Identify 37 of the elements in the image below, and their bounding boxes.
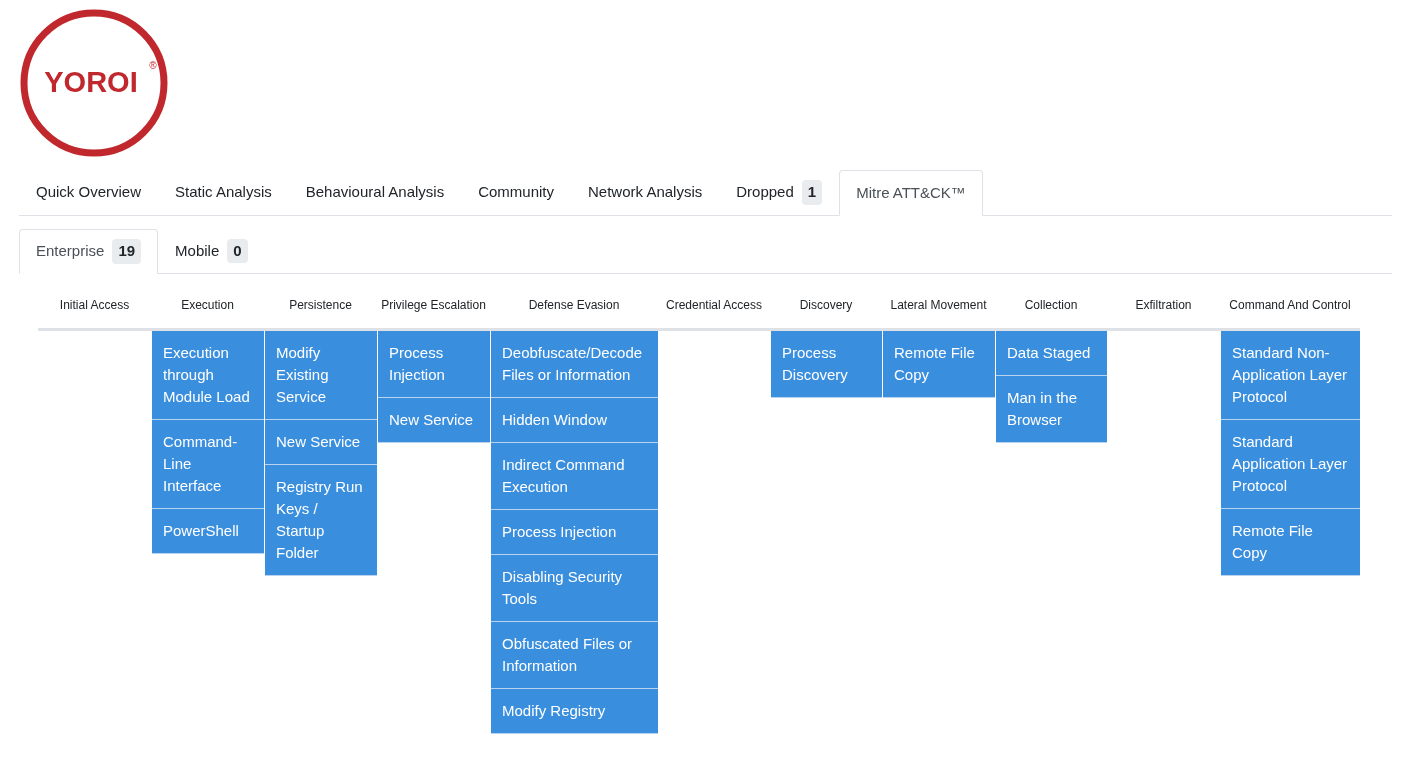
tab[interactable]: Behavioural Analysis (288, 170, 462, 215)
count-badge: 19 (112, 239, 142, 264)
tab[interactable]: Community (461, 170, 572, 215)
technique-cell[interactable]: Remote File Copy (883, 331, 995, 398)
technique-cell[interactable]: Indirect Command Execution (491, 443, 658, 510)
tab[interactable]: Static Analysis (158, 170, 289, 215)
tab[interactable]: Mitre ATT&CK™ (839, 170, 983, 216)
technique-cell[interactable]: New Service (265, 420, 377, 465)
tactic-header: Initial Access (38, 296, 151, 331)
tab[interactable]: Mobile 0 (158, 228, 265, 273)
technique-cell[interactable]: Standard Application Layer Protocol (1221, 420, 1360, 509)
technique-cell[interactable]: Command-Line Interface (152, 420, 264, 509)
technique-cell[interactable]: Data Staged (996, 331, 1107, 376)
technique-cell[interactable]: Remote File Copy (1221, 509, 1360, 576)
technique-cell[interactable]: Execution through Module Load (152, 331, 264, 420)
technique-cell[interactable]: Standard Non-Application Layer Protocol (1221, 331, 1360, 420)
technique-cell[interactable]: Man in the Browser (996, 376, 1107, 443)
technique-cell[interactable]: Process Injection (378, 331, 490, 398)
technique-cell[interactable]: Modify Existing Service (265, 331, 377, 420)
tactic-header: Exfiltration (1107, 296, 1220, 331)
technique-cell[interactable]: Hidden Window (491, 398, 658, 443)
tab[interactable]: Dropped 1 (719, 170, 840, 215)
count-badge: 1 (801, 180, 823, 205)
tab[interactable]: Enterprise 19 (19, 228, 159, 274)
tactic-header: Credential Access (658, 296, 770, 331)
tab[interactable]: Network Analysis (571, 170, 720, 215)
count-badge: 0 (227, 238, 248, 263)
technique-cell[interactable]: PowerShell (152, 509, 264, 554)
technique-cell[interactable]: Process Discovery (771, 331, 882, 398)
technique-cell[interactable]: Deobfuscate/Decode Files or Information (491, 331, 658, 398)
technique-cell[interactable]: Registry Run Keys / Startup Folder (265, 465, 377, 576)
technique-cell[interactable]: New Service (378, 398, 490, 443)
technique-cell[interactable]: Modify Registry (491, 689, 658, 734)
tab[interactable]: Quick Overview (19, 170, 159, 215)
technique-cell[interactable]: Disabling Security Tools (491, 555, 658, 622)
technique-cell[interactable]: Process Injection (491, 510, 658, 555)
technique-cell[interactable]: Obfuscated Files or Information (491, 622, 658, 689)
